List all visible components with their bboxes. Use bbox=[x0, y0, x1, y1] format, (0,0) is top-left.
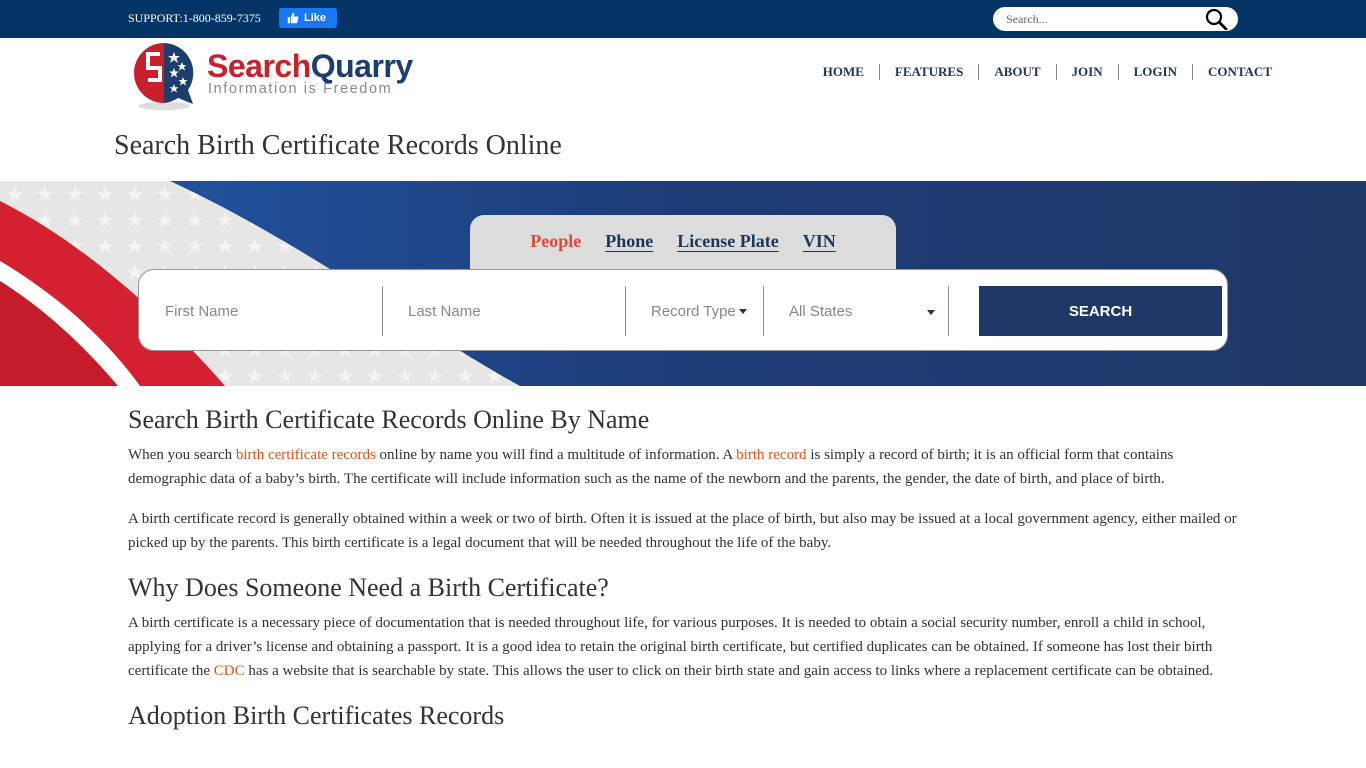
tab-license-plate[interactable]: License Plate bbox=[677, 231, 778, 252]
birth-record-link[interactable]: birth record bbox=[736, 447, 806, 463]
article-paragraph: When you search birth certificate record… bbox=[128, 443, 1238, 491]
field-divider bbox=[948, 286, 949, 336]
nav-about[interactable]: ABOUT bbox=[978, 64, 1055, 80]
chevron-down-icon bbox=[927, 310, 935, 315]
facebook-like-button[interactable]: Like bbox=[279, 8, 337, 28]
section-heading: Why Does Someone Need a Birth Certificat… bbox=[128, 573, 609, 602]
paragraph-text: has a website that is searchable by stat… bbox=[244, 663, 1214, 679]
field-divider bbox=[382, 286, 383, 336]
birth-certificate-records-link[interactable]: birth certificate records bbox=[236, 447, 376, 463]
nav-contact[interactable]: CONTACT bbox=[1191, 64, 1272, 80]
article-paragraph: A birth certificate is a necessary piece… bbox=[128, 611, 1238, 683]
paragraph-text: online by name you will find a multitude… bbox=[375, 447, 737, 463]
logo-brand-part1: Search bbox=[207, 48, 311, 84]
tab-vin[interactable]: VIN bbox=[803, 231, 836, 252]
article-paragraph: A birth certificate record is generally … bbox=[128, 511, 1237, 551]
top-search-input[interactable] bbox=[1006, 10, 1196, 28]
cdc-link[interactable]: CDC bbox=[214, 663, 245, 679]
search-button[interactable]: SEARCH bbox=[979, 286, 1222, 336]
searchquarry-logo[interactable]: SearchQuarry Information is Freedom bbox=[130, 40, 430, 112]
main-nav: HOME FEATURES ABOUT JOIN LOGIN CONTACT bbox=[808, 64, 1272, 80]
people-search-form: Record Type All States SEARCH bbox=[138, 269, 1228, 351]
nav-join[interactable]: JOIN bbox=[1055, 64, 1118, 80]
facebook-like-label: Like bbox=[304, 12, 327, 24]
thumbs-up-icon bbox=[287, 12, 299, 24]
nav-features[interactable]: FEATURES bbox=[878, 64, 978, 80]
chevron-down-icon bbox=[738, 308, 747, 314]
search-type-tabs: People Phone License Plate VIN bbox=[470, 215, 896, 271]
section-heading: Search Birth Certificate Records Online … bbox=[128, 405, 650, 434]
tab-phone[interactable]: Phone bbox=[605, 231, 653, 252]
state-selected-value: All States bbox=[789, 302, 853, 320]
logo-brand-part2: Quarry bbox=[310, 48, 413, 84]
logo-tagline: Information is Freedom bbox=[208, 81, 393, 97]
article-content: Search Birth Certificate Records Online … bbox=[128, 403, 1238, 739]
first-name-field bbox=[165, 286, 380, 336]
top-bar: SUPPORT:1-800-859-7375 Like bbox=[0, 0, 1366, 38]
logo-emblem-icon bbox=[134, 43, 194, 110]
nav-home[interactable]: HOME bbox=[808, 64, 879, 80]
field-divider bbox=[763, 286, 764, 336]
field-divider bbox=[625, 286, 626, 336]
state-select[interactable]: All States bbox=[789, 286, 935, 336]
tab-people[interactable]: People bbox=[530, 231, 581, 252]
section-heading: Adoption Birth Certificates Records bbox=[128, 701, 505, 730]
paragraph-text: When you search bbox=[128, 447, 236, 463]
search-icon[interactable] bbox=[1204, 8, 1228, 30]
support-phone[interactable]: SUPPORT:1-800-859-7375 bbox=[128, 11, 261, 26]
page-title: Search Birth Certificate Records Online bbox=[114, 130, 562, 161]
last-name-input[interactable] bbox=[408, 302, 623, 320]
top-search-box bbox=[993, 7, 1238, 31]
nav-login[interactable]: LOGIN bbox=[1117, 64, 1192, 80]
record-type-dropdown[interactable]: Record Type bbox=[651, 286, 761, 336]
record-type-label: Record Type bbox=[651, 302, 736, 320]
last-name-field bbox=[408, 286, 623, 336]
logo-brand-name: SearchQuarry bbox=[207, 48, 413, 85]
first-name-input[interactable] bbox=[165, 302, 380, 320]
